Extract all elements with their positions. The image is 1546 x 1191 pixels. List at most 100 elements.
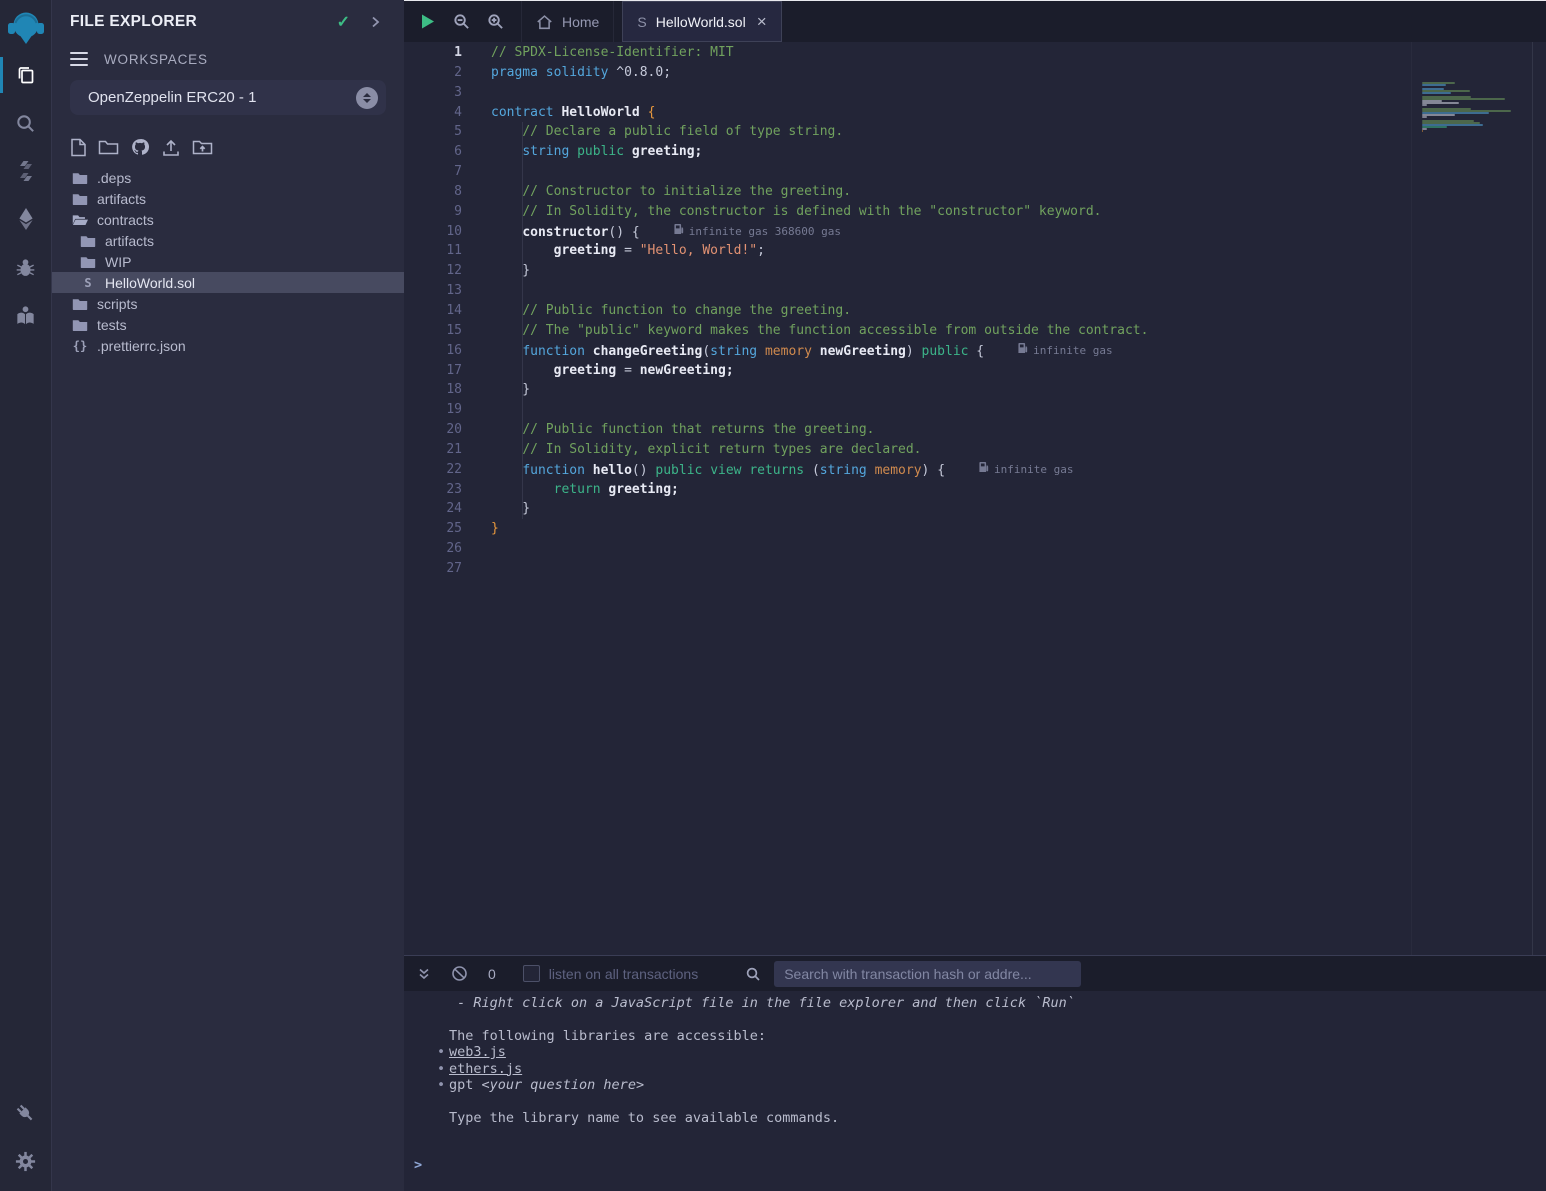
code-line[interactable]: 19 — [404, 400, 1412, 420]
terminal-header: 0 listen on all transactions — [404, 955, 1546, 991]
upload-file-icon[interactable] — [161, 138, 181, 157]
tree-item-.deps[interactable]: .deps — [52, 167, 404, 188]
terminal-link-web3-js[interactable]: web3.js — [449, 1044, 506, 1060]
folder-icon — [72, 297, 88, 311]
code-line-content: function hello() public view returns (st… — [491, 460, 1412, 480]
line-number: 23 — [404, 480, 491, 500]
line-number: 25 — [404, 519, 491, 539]
code-line[interactable]: 9 // In Solidity, the constructor is def… — [404, 202, 1412, 222]
code-line[interactable]: 24 } — [404, 499, 1412, 519]
code-line-content: constructor() {infinite gas 368600 gas — [491, 222, 1412, 242]
code-line-content — [491, 539, 1412, 559]
activity-search[interactable] — [0, 99, 52, 147]
code-line[interactable]: 18 } — [404, 380, 1412, 400]
gas-pump-icon — [979, 460, 989, 480]
github-icon[interactable] — [130, 137, 150, 157]
code-line[interactable]: 7 — [404, 162, 1412, 182]
folder-icon — [72, 318, 88, 332]
activity-bar — [0, 0, 52, 1191]
code-line[interactable]: 26 — [404, 539, 1412, 559]
code-line[interactable]: 6 string public greeting; — [404, 142, 1412, 162]
terminal-line: •web3.js — [449, 1044, 1546, 1061]
code-line[interactable]: 14 // Public function to change the gree… — [404, 301, 1412, 321]
code-line[interactable]: 15 // The "public" keyword makes the fun… — [404, 321, 1412, 341]
tree-item-artifacts[interactable]: artifacts — [52, 230, 404, 251]
collapse-panel-chevron-icon[interactable] — [368, 15, 382, 29]
activity-settings[interactable] — [0, 1137, 52, 1185]
zoom-out-icon[interactable] — [453, 13, 470, 30]
listen-transactions-checkbox[interactable] — [523, 965, 540, 982]
run-script-icon[interactable] — [419, 13, 436, 30]
tree-item-artifacts[interactable]: artifacts — [52, 188, 404, 209]
terminal-collapse-icon[interactable] — [416, 966, 432, 982]
zoom-in-icon[interactable] — [487, 13, 504, 30]
tree-item-helloworld.sol[interactable]: SHelloWorld.sol — [52, 272, 404, 293]
tree-item-contracts[interactable]: contracts — [52, 209, 404, 230]
terminal-search-input[interactable] — [774, 961, 1081, 987]
activity-solidity-compiler[interactable] — [0, 147, 52, 195]
line-number: 21 — [404, 440, 491, 460]
line-number: 12 — [404, 261, 491, 281]
code-line[interactable]: 8 // Constructor to initialize the greet… — [404, 182, 1412, 202]
minimap[interactable] — [1422, 82, 1522, 136]
code-line[interactable]: 27 — [404, 559, 1412, 579]
tree-item-wip[interactable]: WIP — [52, 251, 404, 272]
workspaces-menu-icon[interactable] — [70, 52, 88, 67]
code-line[interactable]: 5 // Declare a public field of type stri… — [404, 122, 1412, 142]
activity-file-explorer[interactable] — [0, 51, 52, 99]
clear-console-icon[interactable] — [451, 965, 468, 982]
code-line[interactable]: 16 function changeGreeting(string memory… — [404, 341, 1412, 361]
code-editor[interactable]: 1// SPDX-License-Identifier: MIT2pragma … — [404, 42, 1546, 955]
code-line[interactable]: 13 — [404, 281, 1412, 301]
code-line[interactable]: 2pragma solidity ^0.8.0; — [404, 63, 1412, 83]
code-line-content — [491, 281, 1412, 301]
terminal-prompt[interactable]: > — [414, 1157, 1546, 1174]
code-line[interactable]: 23 return greeting; — [404, 480, 1412, 500]
workspace-switch-icon[interactable] — [356, 87, 378, 109]
code-line[interactable]: 4contract HelloWorld { — [404, 103, 1412, 123]
activity-deploy-run[interactable] — [0, 195, 52, 243]
json-icon: {} — [72, 339, 88, 353]
indent-guide — [522, 321, 523, 341]
accept-check-icon[interactable]: ✓ — [337, 12, 350, 32]
line-number: 10 — [404, 222, 491, 242]
code-line[interactable]: 10 constructor() {infinite gas 368600 ga… — [404, 222, 1412, 242]
gas-estimate-annotation: infinite gas — [979, 460, 1073, 480]
remix-logo-icon[interactable] — [3, 5, 49, 51]
code-line[interactable]: 1// SPDX-License-Identifier: MIT — [404, 43, 1412, 63]
indent-guide — [522, 162, 523, 182]
code-line[interactable]: 22 function hello() public view returns … — [404, 460, 1412, 480]
terminal-line: •ethers.js — [449, 1061, 1546, 1078]
scrollbar-track[interactable] — [1532, 42, 1533, 955]
code-line[interactable]: 12 } — [404, 261, 1412, 281]
workspace-select[interactable]: OpenZeppelin ERC20 - 1 — [70, 80, 386, 115]
code-line[interactable]: 17 greeting = newGreeting; — [404, 361, 1412, 381]
code-line[interactable]: 3 — [404, 83, 1412, 103]
activity-learneth[interactable] — [0, 291, 52, 339]
close-tab-icon[interactable]: × — [757, 13, 767, 30]
terminal-link-ethers-js[interactable]: ethers.js — [449, 1061, 522, 1077]
indent-guide — [522, 142, 523, 162]
tree-item-.prettierrc.json[interactable]: {}.prettierrc.json — [52, 335, 404, 356]
tree-item-tests[interactable]: tests — [52, 314, 404, 335]
bullet-icon: • — [437, 1044, 449, 1061]
activity-debugger[interactable] — [0, 243, 52, 291]
code-line[interactable]: 25} — [404, 519, 1412, 539]
indent-guide — [522, 261, 523, 281]
tree-item-scripts[interactable]: scripts — [52, 293, 404, 314]
line-number: 26 — [404, 539, 491, 559]
code-line-content: string public greeting; — [491, 142, 1412, 162]
tab-home[interactable]: Home — [521, 1, 614, 42]
code-line[interactable]: 21 // In Solidity, explicit return types… — [404, 440, 1412, 460]
line-number: 5 — [404, 122, 491, 142]
new-folder-icon[interactable] — [98, 138, 119, 156]
upload-folder-icon[interactable] — [192, 138, 213, 156]
code-line[interactable]: 11 greeting = "Hello, World!"; — [404, 241, 1412, 261]
activity-plugin-manager[interactable] — [0, 1089, 52, 1137]
new-file-icon[interactable] — [70, 138, 87, 157]
line-number: 6 — [404, 142, 491, 162]
tab-label: Home — [562, 14, 599, 30]
code-line[interactable]: 20 // Public function that returns the g… — [404, 420, 1412, 440]
tab-helloworld.sol[interactable]: SHelloWorld.sol× — [622, 1, 781, 42]
transaction-count-badge: 0 — [488, 966, 496, 982]
